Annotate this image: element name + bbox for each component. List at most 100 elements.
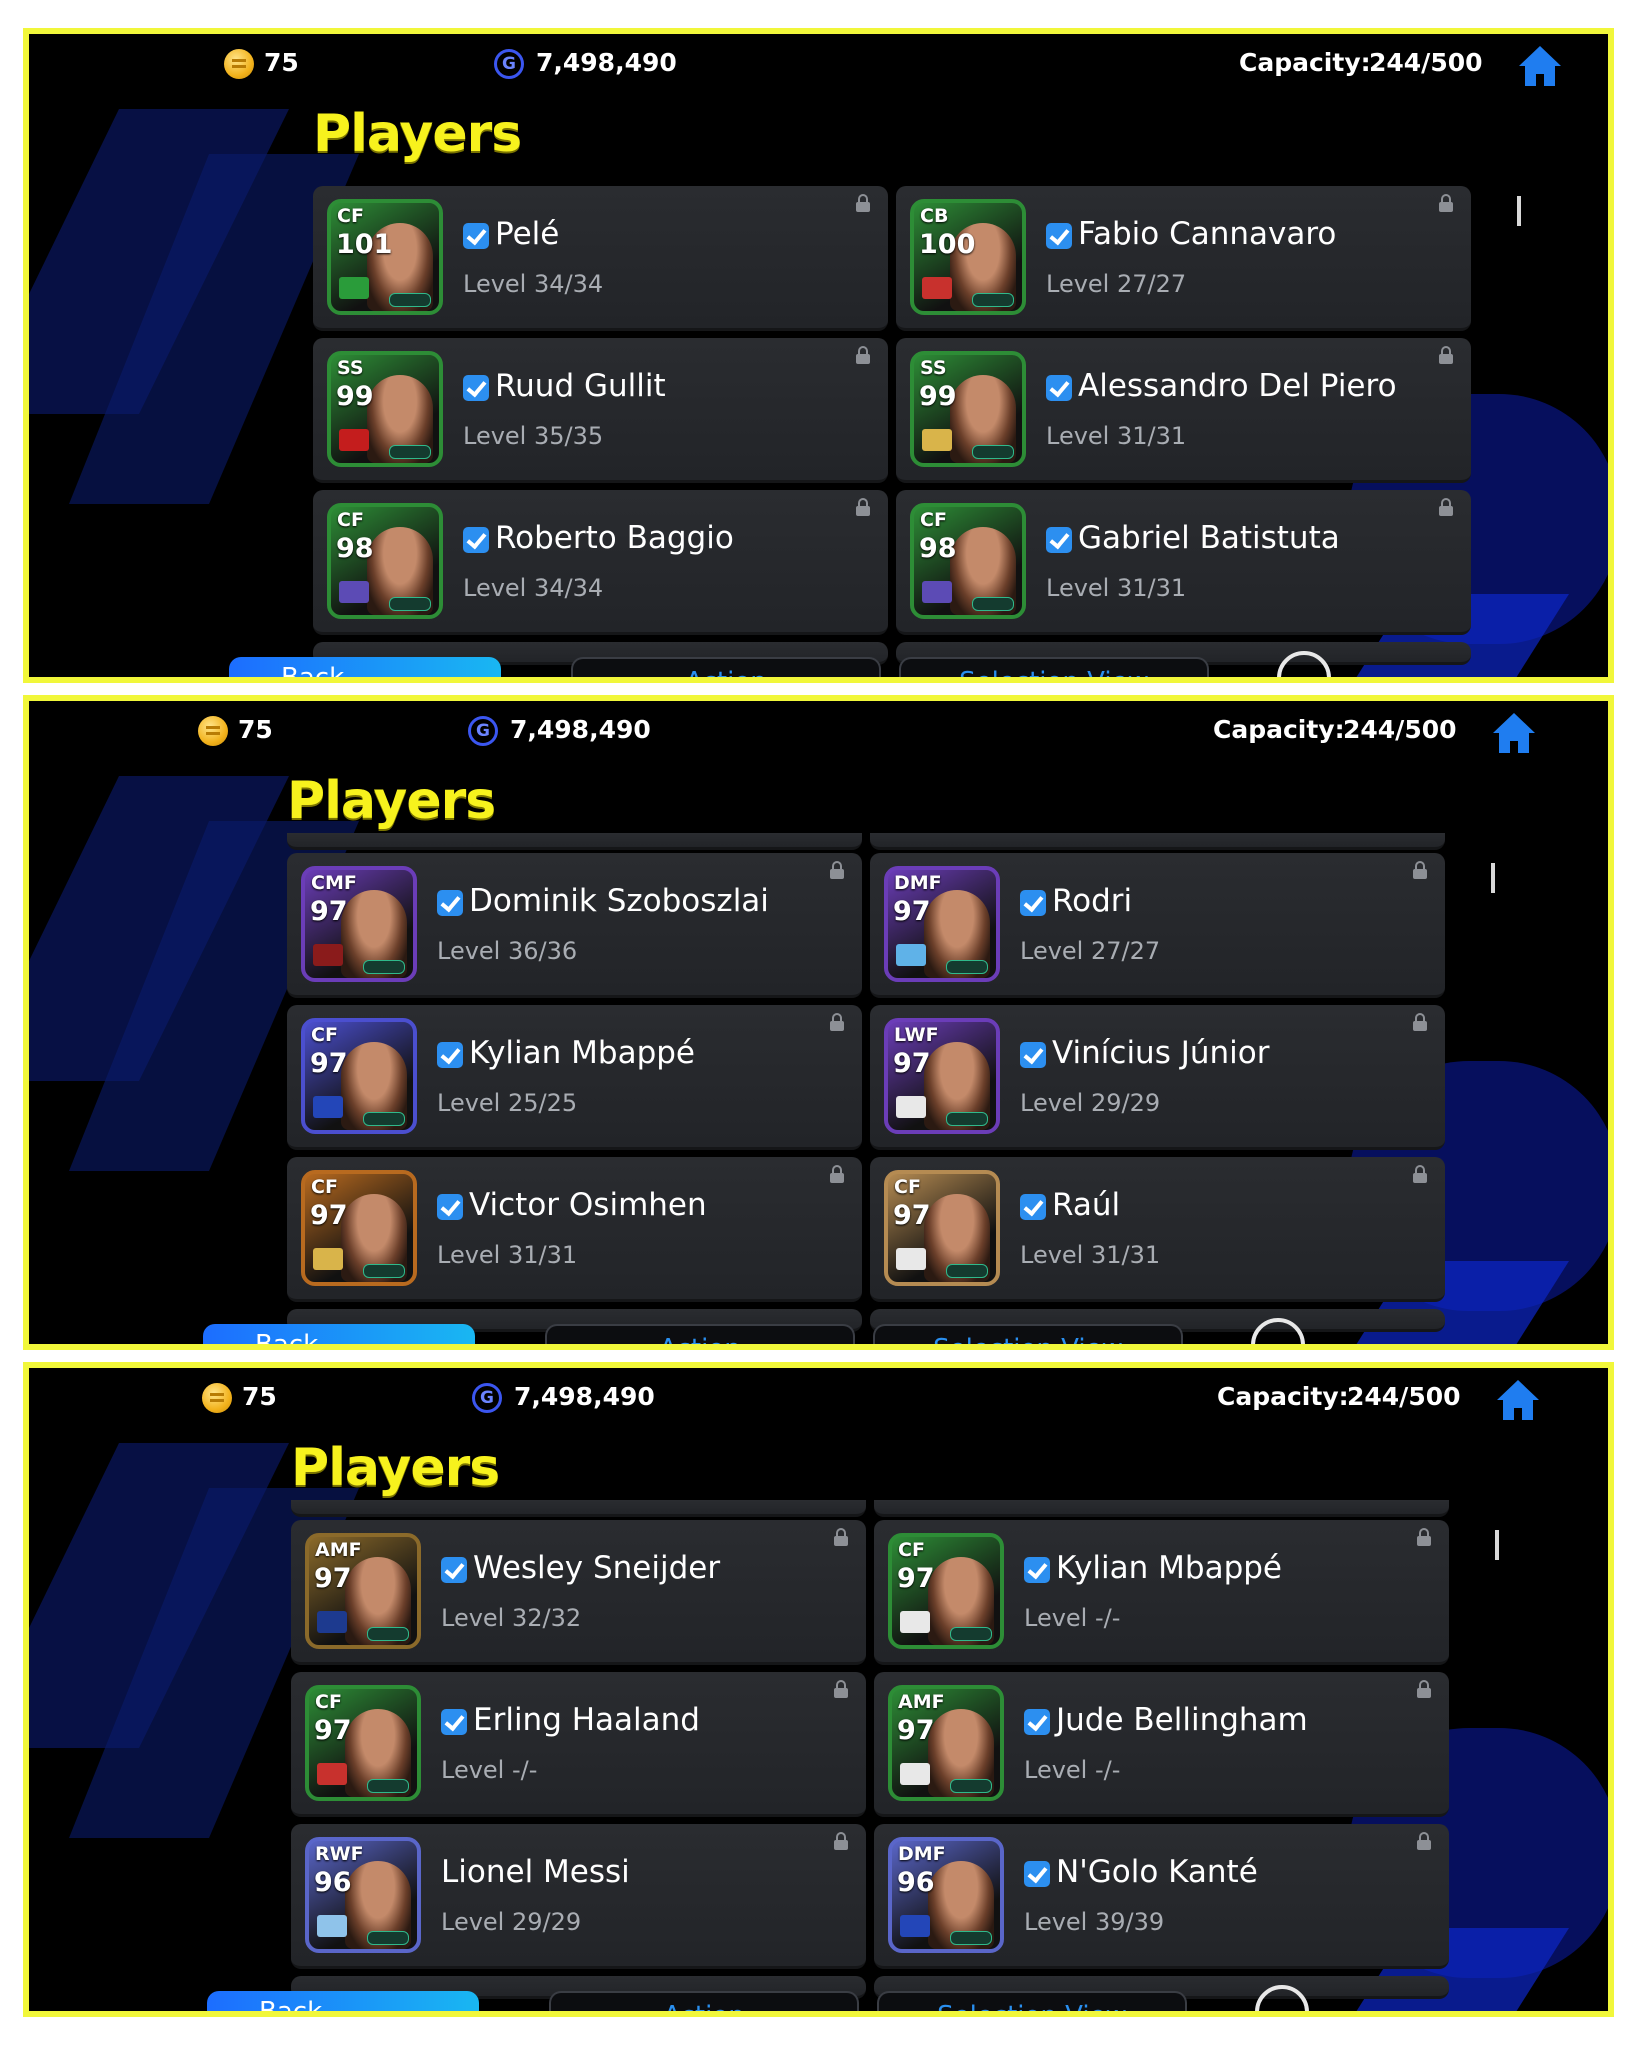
skill-dots-icon (363, 1112, 405, 1126)
selection-view-button[interactable]: Selection View (873, 1324, 1183, 1344)
player-rating: 99 (336, 381, 374, 412)
player-portrait: RWF 96 (305, 1837, 421, 1953)
top-status-bar: 75 G 7,498,490 Capacity: 244/500 (29, 701, 1608, 761)
lock-icon[interactable] (830, 861, 844, 879)
lock-icon[interactable] (1417, 1832, 1431, 1850)
nation-club-badge-icon (313, 1248, 343, 1270)
player-card[interactable]: RWF 96 Lionel Messi Level 29/29 (291, 1824, 866, 1969)
player-card[interactable]: LWF 97 Vinícius Júnior Level 29/29 (870, 1005, 1445, 1150)
player-position: SS (337, 357, 364, 379)
player-level: Level -/- (1024, 1604, 1121, 1632)
player-rating: 96 (314, 1867, 352, 1898)
player-rating: 99 (919, 381, 957, 412)
player-card[interactable]: CF 101 Pelé Level 34/34 (313, 186, 888, 331)
player-level: Level 35/35 (463, 422, 604, 450)
player-position: DMF (894, 872, 942, 894)
capacity-value: 244/500 (1347, 1382, 1461, 1411)
coin-balance: 75 (242, 1382, 277, 1411)
player-level: Level 29/29 (1020, 1089, 1161, 1117)
player-card[interactable]: CB 100 Fabio Cannavaro Level 27/27 (896, 186, 1471, 331)
lock-icon[interactable] (1417, 1528, 1431, 1546)
player-rating: 96 (897, 1867, 935, 1898)
lock-icon[interactable] (834, 1680, 848, 1698)
player-level: Level 27/27 (1046, 270, 1187, 298)
player-level: Level 31/31 (1046, 422, 1187, 450)
back-button[interactable]: Back (207, 1991, 479, 2011)
player-position: CF (315, 1691, 342, 1713)
player-card[interactable]: CF 97 Kylian Mbappé Level 25/25 (287, 1005, 862, 1150)
lock-icon[interactable] (856, 194, 870, 212)
home-icon[interactable] (1491, 711, 1537, 755)
player-position: AMF (898, 1691, 945, 1713)
capacity-label: Capacity: (1239, 48, 1371, 77)
player-card[interactable]: CF 97 Raúl Level 31/31 (870, 1157, 1445, 1302)
player-level: Level 34/34 (463, 270, 604, 298)
player-card[interactable]: AMF 97 Jude Bellingham Level -/- (874, 1672, 1449, 1817)
action-button[interactable]: Action (545, 1324, 855, 1344)
player-card[interactable]: CF 98 Roberto Baggio Level 34/34 (313, 490, 888, 635)
coin-balance: 75 (238, 715, 273, 744)
player-name: Vinícius Júnior (1052, 1035, 1270, 1071)
player-level: Level -/- (441, 1756, 538, 1784)
player-portrait: AMF 97 (305, 1533, 421, 1649)
checkmark-icon (1020, 1042, 1046, 1068)
player-card[interactable]: CF 98 Gabriel Batistuta Level 31/31 (896, 490, 1471, 635)
player-card[interactable]: SS 99 Alessandro Del Piero Level 31/31 (896, 338, 1471, 483)
back-button[interactable]: Back (229, 657, 501, 677)
player-level: Level 39/39 (1024, 1908, 1165, 1936)
action-button[interactable]: Action (571, 657, 881, 677)
skill-dots-icon (946, 1264, 988, 1278)
skill-dots-icon (972, 293, 1014, 307)
checkmark-icon (1046, 527, 1072, 553)
lock-icon[interactable] (1439, 194, 1453, 212)
player-portrait: CF 97 (888, 1533, 1004, 1649)
player-name: Victor Osimhen (469, 1187, 707, 1223)
lock-icon[interactable] (1439, 498, 1453, 516)
screen-panel-1: 75 G 7,498,490 Capacity: 244/500 Players CF 101… (23, 28, 1614, 683)
player-name: N'Golo Kanté (1056, 1854, 1258, 1890)
lock-icon[interactable] (830, 1013, 844, 1031)
lock-icon[interactable] (834, 1528, 848, 1546)
selection-view-button[interactable]: Selection View (877, 1991, 1187, 2011)
player-card[interactable]: SS 99 Ruud Gullit Level 35/35 (313, 338, 888, 483)
player-card[interactable]: CF 97 Victor Osimhen Level 31/31 (287, 1157, 862, 1302)
gp-icon: G (472, 1383, 502, 1413)
list-scrollbar[interactable] (1517, 196, 1521, 226)
list-scrollbar[interactable] (1495, 1530, 1499, 1560)
lock-icon[interactable] (834, 1832, 848, 1850)
player-card[interactable]: DMF 96 N'Golo Kanté Level 39/39 (874, 1824, 1449, 1969)
lock-icon[interactable] (1439, 346, 1453, 364)
player-card-partial (291, 1500, 866, 1517)
player-card[interactable]: CF 97 Kylian Mbappé Level -/- (874, 1520, 1449, 1665)
gp-icon: G (468, 716, 498, 746)
lock-icon[interactable] (1417, 1680, 1431, 1698)
home-icon[interactable] (1517, 44, 1563, 88)
lock-icon[interactable] (830, 1165, 844, 1183)
list-scrollbar[interactable] (1491, 863, 1495, 893)
player-card[interactable]: CMF 97 Dominik Szoboszlai Level 36/36 (287, 853, 862, 998)
player-card-partial (870, 833, 1445, 850)
top-status-bar: 75 G 7,498,490 Capacity: 244/500 (29, 34, 1608, 94)
player-level: Level 31/31 (1046, 574, 1187, 602)
back-button[interactable]: Back (203, 1324, 475, 1344)
player-card[interactable]: DMF 97 Rodri Level 27/27 (870, 853, 1445, 998)
player-name: Erling Haaland (473, 1702, 700, 1738)
lock-icon[interactable] (856, 498, 870, 516)
player-rating: 97 (893, 896, 931, 927)
skill-dots-icon (389, 293, 431, 307)
player-level: Level -/- (1024, 1756, 1121, 1784)
lock-icon[interactable] (1413, 1165, 1427, 1183)
lock-icon[interactable] (1413, 861, 1427, 879)
home-icon[interactable] (1495, 1378, 1541, 1422)
player-name: Jude Bellingham (1056, 1702, 1308, 1738)
player-card[interactable]: AMF 97 Wesley Sneijder Level 32/32 (291, 1520, 866, 1665)
player-card[interactable]: CF 97 Erling Haaland Level -/- (291, 1672, 866, 1817)
player-name: Roberto Baggio (495, 520, 734, 556)
checkmark-icon (1020, 890, 1046, 916)
selection-view-button[interactable]: Selection View (899, 657, 1209, 677)
player-name: Dominik Szoboszlai (469, 883, 769, 919)
action-button[interactable]: Action (549, 1991, 859, 2011)
player-portrait: CB 100 (910, 199, 1026, 315)
lock-icon[interactable] (1413, 1013, 1427, 1031)
lock-icon[interactable] (856, 346, 870, 364)
